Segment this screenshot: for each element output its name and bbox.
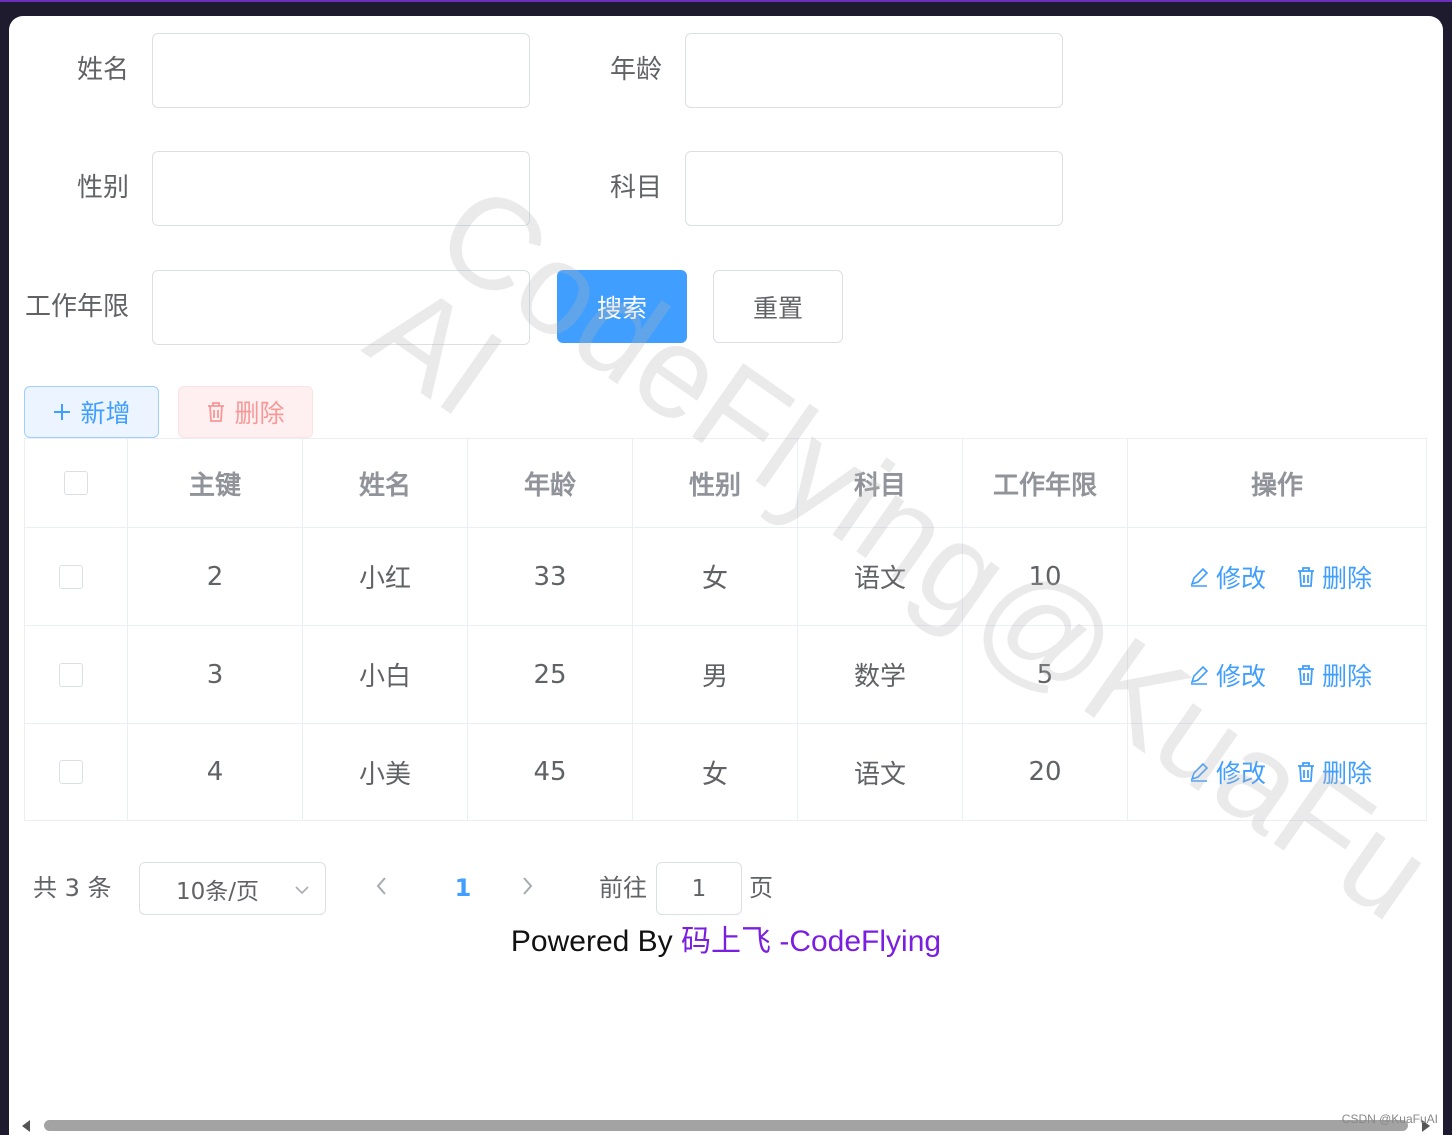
- cell-gender: 男: [633, 626, 798, 723]
- header-select-cell: [25, 439, 128, 527]
- age-input[interactable]: [685, 33, 1063, 108]
- bulk-delete-button[interactable]: 删除: [178, 386, 313, 438]
- gender-input[interactable]: [152, 151, 530, 226]
- header-id: 主键: [128, 439, 303, 527]
- cell-work-years: 5: [963, 626, 1128, 723]
- table-header-row: 主键 姓名 年龄 性别 科目 工作年限 操作: [25, 439, 1426, 528]
- cell-name: 小白: [303, 626, 468, 723]
- page-suffix-label: 页: [749, 874, 773, 902]
- reset-button[interactable]: 重置: [713, 270, 843, 343]
- trash-icon: [206, 401, 226, 423]
- main-card: 姓名 年龄 性别 科目 工作年限 搜索 重置 新增 删除 主键 姓名 年龄 性别…: [9, 16, 1443, 1135]
- edit-icon: [1190, 762, 1209, 782]
- cell-gender: 女: [633, 528, 798, 625]
- edit-button[interactable]: 修改: [1188, 559, 1266, 595]
- scroll-left-arrow-icon[interactable]: [20, 1119, 32, 1133]
- pagination-total: 共 3 条: [33, 874, 112, 902]
- edit-label: 修改: [1216, 563, 1267, 593]
- trash-icon: [1298, 566, 1315, 587]
- goto-page-input[interactable]: [656, 862, 742, 915]
- name-label: 姓名: [76, 55, 129, 85]
- cell-subject: 数学: [798, 626, 963, 723]
- header-work-years: 工作年限: [963, 439, 1128, 527]
- header-actions: 操作: [1250, 470, 1303, 501]
- cell-work-years: 10: [963, 528, 1128, 625]
- cell-subject: 语文: [798, 724, 963, 820]
- row-checkbox[interactable]: [59, 760, 83, 784]
- table-row: 3 小白 25 男 数学 5 修改 删除: [25, 626, 1426, 724]
- edit-button[interactable]: 修改: [1188, 657, 1266, 693]
- name-input[interactable]: [152, 33, 530, 108]
- codeflying-link[interactable]: 码上飞 -CodeFlying: [681, 925, 941, 958]
- search-button[interactable]: 搜索: [557, 270, 687, 343]
- row-select-cell: [25, 528, 128, 625]
- cell-id: 2: [128, 528, 303, 625]
- row-actions: 修改 删除: [1128, 626, 1426, 723]
- header-name: 姓名: [303, 439, 468, 527]
- edit-icon: [1190, 567, 1209, 587]
- header-gender: 性别: [633, 439, 798, 527]
- next-page-button[interactable]: [517, 874, 537, 902]
- plus-icon: [52, 402, 72, 422]
- subject-label: 科目: [609, 173, 662, 203]
- cell-age: 45: [468, 724, 633, 820]
- cell-id: 4: [128, 724, 303, 820]
- trash-icon: [1298, 664, 1315, 685]
- chevron-left-icon: [376, 877, 386, 895]
- csdn-credit: CSDN @KuaFuAI: [1341, 1112, 1438, 1126]
- row-checkbox[interactable]: [59, 662, 83, 687]
- row-select-cell: [25, 724, 128, 820]
- cell-work-years: 20: [963, 724, 1128, 820]
- prev-page-button[interactable]: [372, 874, 392, 902]
- goto-label: 前往: [599, 874, 647, 902]
- edit-label: 修改: [1216, 759, 1267, 788]
- row-actions: 修改 删除: [1128, 528, 1426, 625]
- cell-name: 小红: [303, 528, 468, 625]
- bulk-delete-button-label: 删除: [234, 399, 285, 428]
- row-checkbox[interactable]: [59, 564, 83, 589]
- header-subject: 科目: [798, 439, 963, 527]
- row-delete-label: 删除: [1322, 563, 1373, 593]
- edit-button[interactable]: 修改: [1188, 754, 1266, 790]
- work-years-label: 工作年限: [24, 292, 129, 322]
- age-label: 年龄: [609, 55, 662, 85]
- cell-id: 3: [128, 626, 303, 723]
- gender-label: 性别: [76, 173, 129, 203]
- table-row: 4 小美 45 女 语文 20 修改 删除: [25, 724, 1426, 820]
- row-select-cell: [25, 626, 128, 723]
- data-table: 主键 姓名 年龄 性别 科目 工作年限 操作 2 小红 33 女 语文 10 修…: [24, 438, 1427, 821]
- subject-input[interactable]: [685, 151, 1063, 226]
- edit-label: 修改: [1216, 661, 1267, 691]
- row-delete-button[interactable]: 删除: [1296, 657, 1372, 693]
- cell-age: 33: [468, 528, 633, 625]
- table-row: 2 小红 33 女 语文 10 修改 删除: [25, 528, 1426, 626]
- page-size-select[interactable]: 10条/页: [139, 862, 326, 915]
- powered-by-footer: Powered By 码上飞 -CodeFlying: [9, 916, 1443, 960]
- row-delete-label: 删除: [1322, 759, 1373, 788]
- add-button-label: 新增: [80, 399, 131, 428]
- powered-by-text: Powered By: [510, 925, 673, 958]
- chevron-down-icon: [293, 879, 311, 905]
- row-delete-button[interactable]: 删除: [1296, 559, 1372, 595]
- edit-icon: [1190, 665, 1209, 685]
- cell-subject: 语文: [798, 528, 963, 625]
- page-size-value: 10条/页: [176, 878, 260, 905]
- header-age: 年龄: [468, 439, 633, 527]
- row-delete-label: 删除: [1322, 661, 1373, 691]
- chevron-right-icon: [523, 877, 533, 895]
- cell-name: 小美: [303, 724, 468, 820]
- trash-icon: [1298, 762, 1315, 782]
- select-all-checkbox[interactable]: [64, 471, 88, 495]
- scrollbar-thumb[interactable]: [44, 1120, 1408, 1131]
- cell-age: 25: [468, 626, 633, 723]
- page-1-button[interactable]: 1: [445, 862, 481, 914]
- horizontal-scrollbar[interactable]: [16, 1116, 1436, 1135]
- window-top-accent: [0, 0, 1452, 2]
- row-actions: 修改 删除: [1128, 724, 1426, 820]
- add-button[interactable]: 新增: [24, 386, 159, 438]
- row-delete-button[interactable]: 删除: [1296, 754, 1372, 790]
- work-years-input[interactable]: [152, 270, 530, 345]
- cell-gender: 女: [633, 724, 798, 820]
